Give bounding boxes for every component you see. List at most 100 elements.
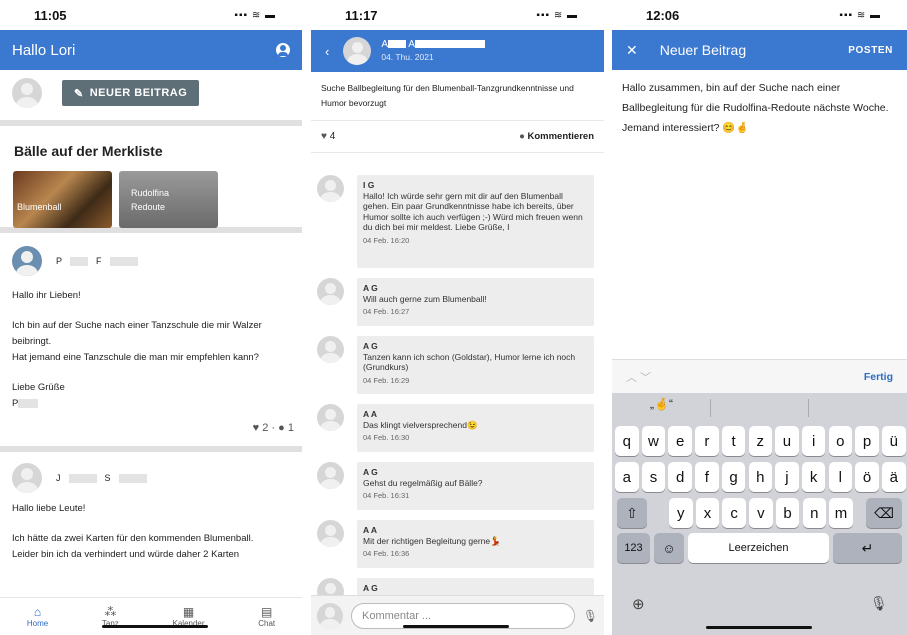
space-key[interactable]: Leerzeichen <box>688 533 829 563</box>
status-time: 11:05 <box>34 7 67 23</box>
key-j[interactable]: j <box>775 462 799 492</box>
like-button[interactable]: ♥ 4 <box>321 131 335 142</box>
backspace-key[interactable]: ⌫ <box>866 498 902 528</box>
back-icon[interactable]: ‹ <box>311 44 343 59</box>
edit-icon: ✎ <box>74 87 84 100</box>
key-ä[interactable]: ä <box>882 462 906 492</box>
key-g[interactable]: g <box>721 462 746 492</box>
key-q[interactable]: q <box>615 426 639 456</box>
key-w[interactable]: w <box>641 426 666 456</box>
app-bar: ‹ A A 04. Thu. 2021 <box>311 30 604 72</box>
microphone-icon[interactable]: 🎙 <box>870 595 888 612</box>
app-bar: Hallo Lori <box>0 30 302 70</box>
post-button[interactable]: POSTEN <box>848 45 893 56</box>
key-ü[interactable]: ü <box>882 426 906 456</box>
comment: A A Das klingt vielversprechend😉 04 Feb. 1… <box>357 404 594 452</box>
post-text: Suche Ballbegleitung für den Blumenball-… <box>311 72 604 121</box>
ball-card-blumenball[interactable]: Blumenball <box>13 171 112 228</box>
home-icon: ⌂ <box>33 604 42 619</box>
app-bar: ✕ Neuer Beitrag POSTEN <box>612 30 907 70</box>
key-t[interactable]: t <box>721 426 746 456</box>
avatar <box>317 278 344 305</box>
screen-feed: 11:05 ▪▪▪ ≋ ▬ Hallo Lori ✎ NEUER BEITRAG … <box>0 0 302 635</box>
key-e[interactable]: e <box>668 426 692 456</box>
chat-icon: ▤ <box>261 604 273 619</box>
ball-list: Blumenball Rudolfina Redoute <box>0 159 302 229</box>
status-icons: ▪▪▪ ≋ ▬ <box>234 9 276 21</box>
avatar <box>12 78 42 108</box>
key-h[interactable]: h <box>748 462 772 492</box>
key-z[interactable]: z <box>748 426 772 456</box>
key-u[interactable]: u <box>775 426 799 456</box>
new-post-row: ✎ NEUER BEITRAG <box>0 70 302 116</box>
key-d[interactable]: d <box>668 462 692 492</box>
key-ö[interactable]: ö <box>855 462 879 492</box>
globe-icon[interactable]: ⊕ <box>632 595 645 613</box>
author-name: P <box>56 256 63 266</box>
key-a[interactable]: a <box>615 462 639 492</box>
home-indicator <box>403 625 509 628</box>
key-x[interactable]: x <box>695 498 720 528</box>
avatar <box>317 404 344 431</box>
page-title: Neuer Beitrag <box>659 42 747 58</box>
key-o[interactable]: o <box>828 426 853 456</box>
author-name: J <box>56 473 61 483</box>
nav-arrows-icon[interactable]: ︿ ﹀ <box>626 369 651 385</box>
heart-icon: ♥ <box>321 131 327 142</box>
comment: A G Gehst du regelmäßig auf Bälle? 04 Feb.… <box>357 462 594 510</box>
key-l[interactable]: l <box>828 462 853 492</box>
home-indicator <box>706 626 812 629</box>
new-post-button[interactable]: ✎ NEUER BEITRAG <box>62 80 200 106</box>
microphone-icon[interactable]: 🎙 <box>583 609 598 623</box>
post-header: J S <box>0 452 302 501</box>
close-icon[interactable]: ✕ <box>612 42 652 59</box>
comment-bar: Kommentar ... 🎙 <box>311 595 604 635</box>
key-b[interactable]: b <box>775 498 800 528</box>
nav-home[interactable]: ⌂ Home <box>27 604 48 628</box>
autocorrect-suggestion[interactable]: „🤞“ <box>650 397 673 411</box>
key-k[interactable]: k <box>801 462 826 492</box>
avatar <box>317 175 344 202</box>
comment: A A Mit der richtigen Begleitung gerne💃 04… <box>357 520 594 568</box>
key-y[interactable]: y <box>669 498 693 528</box>
section-title: Bälle auf der Merkliste <box>14 143 163 159</box>
avatar <box>317 336 344 363</box>
key-c[interactable]: c <box>722 498 746 528</box>
key-s[interactable]: s <box>641 462 666 492</box>
home-indicator <box>102 625 208 628</box>
heart-icon[interactable]: ♥ <box>253 422 260 434</box>
ball-card-rudolfina[interactable]: Rudolfina Redoute <box>119 171 218 228</box>
status-time: 12:06 <box>646 7 680 23</box>
avatar <box>317 462 344 489</box>
keyboard: ︿ ﹀ Fertig „🤞“ ⇧ ⌫ 123 ☺ Leerzeichen ↵ ⊕… <box>612 359 907 635</box>
post-body: Hallo liebe Leute! Ich hätte da zwei Kar… <box>12 503 254 560</box>
key-f[interactable]: f <box>695 462 719 492</box>
bottom-nav: ⌂ Home ⁂ Tanz ▦ Kalender ▤ Chat <box>0 597 302 635</box>
shift-key[interactable]: ⇧ <box>617 498 647 528</box>
avatar <box>12 463 42 493</box>
comment: A G Will auch gerne zum Blumenball! 04 Feb… <box>357 278 594 326</box>
post-textarea[interactable]: Hallo zusammen, bin auf der Suche nach e… <box>612 70 907 138</box>
status-icons: ▪▪▪ ≋ ▬ <box>536 9 578 21</box>
status-icons: ▪▪▪ ≋ ▬ <box>839 9 881 21</box>
return-key[interactable]: ↵ <box>833 533 902 563</box>
nav-chat[interactable]: ▤ Chat <box>258 604 275 628</box>
post-actions: ♥ 4 ● Kommentieren <box>311 121 604 153</box>
key-r[interactable]: r <box>695 426 719 456</box>
key-v[interactable]: v <box>749 498 773 528</box>
screen-post-detail: 11:17 ▪▪▪ ≋ ▬ ‹ A A 04. Thu. 2021 Suche … <box>311 0 604 635</box>
comment-button[interactable]: ● Kommentieren <box>519 131 594 142</box>
key-m[interactable]: m <box>829 498 853 528</box>
status-time: 11:17 <box>345 7 378 23</box>
header-author: A A 04. Thu. 2021 <box>381 39 485 63</box>
key-n[interactable]: n <box>802 498 826 528</box>
done-button[interactable]: Fertig <box>864 371 893 383</box>
comment-icon[interactable]: ● <box>278 422 285 434</box>
emoji-key[interactable]: ☺ <box>654 533 684 563</box>
numbers-key[interactable]: 123 <box>617 533 650 563</box>
key-i[interactable]: i <box>801 426 826 456</box>
screen-new-post: 12:06 ▪▪▪ ≋ ▬ ✕ Neuer Beitrag POSTEN Hal… <box>612 0 907 635</box>
account-icon[interactable] <box>276 43 290 57</box>
comment-icon: ● <box>519 131 525 142</box>
key-p[interactable]: p <box>855 426 879 456</box>
